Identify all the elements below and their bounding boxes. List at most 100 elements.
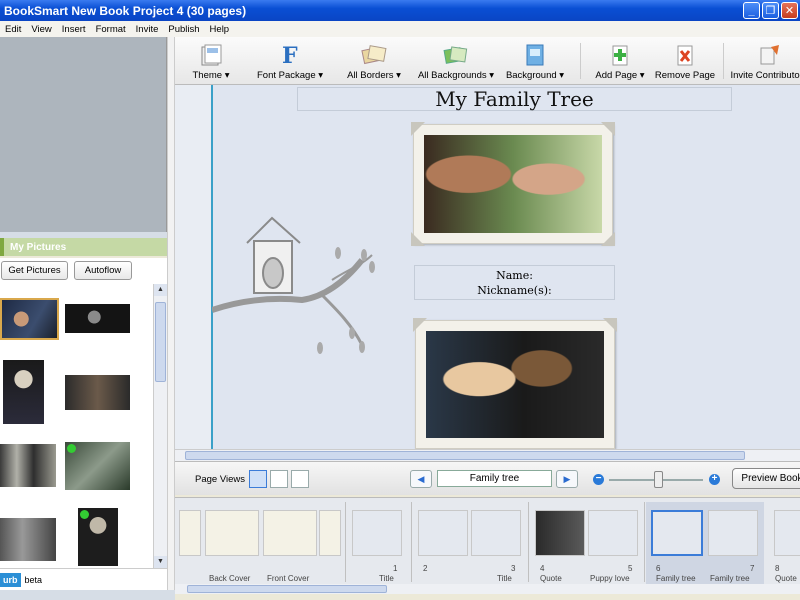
spread-1[interactable]: 1 Title <box>347 502 407 584</box>
page-thumb[interactable] <box>774 510 800 556</box>
borders-icon <box>361 42 387 68</box>
page-number: 6 <box>656 564 661 573</box>
picture-thumb[interactable] <box>65 304 130 333</box>
page-number: 5 <box>628 564 633 573</box>
all-backgrounds-button[interactable]: All Backgrounds ▾ <box>418 37 494 85</box>
strip-scroll-thumb[interactable] <box>187 585 387 593</box>
autoflow-button[interactable]: Autoflow <box>74 261 132 280</box>
pictures-scrollbar[interactable]: ▲ ▼ <box>153 284 167 568</box>
page-thumb[interactable] <box>588 510 638 556</box>
pictures-scroll-thumb[interactable] <box>155 302 166 382</box>
theme-button[interactable]: Theme ▾ <box>189 37 233 85</box>
page-views-label: Page Views <box>195 474 245 485</box>
used-check-icon <box>67 444 76 453</box>
picture-thumb[interactable] <box>0 298 59 340</box>
grid-view-button[interactable] <box>291 470 309 488</box>
zoom-out-icon[interactable]: − <box>593 474 604 485</box>
remove-page-label: Remove Page <box>654 70 716 81</box>
page-thumb[interactable] <box>263 510 317 556</box>
page-thumb[interactable] <box>535 510 585 556</box>
strip-scrollbar[interactable] <box>175 584 800 594</box>
close-button[interactable]: ✕ <box>781 2 798 19</box>
page-thumb[interactable] <box>418 510 468 556</box>
all-borders-label: All Borders ▾ <box>347 70 401 81</box>
picture-thumb[interactable] <box>78 508 118 566</box>
spread-separator <box>411 502 412 582</box>
single-page-view-button[interactable] <box>249 470 267 488</box>
second-couple-photo <box>426 331 604 438</box>
picture-thumb[interactable] <box>65 375 130 410</box>
get-pictures-button[interactable]: Get Pictures <box>1 261 68 280</box>
toolbar-separator <box>723 43 724 79</box>
spread-4-5[interactable]: 4 5 Quote Puppy love <box>530 502 642 584</box>
scroll-down-icon[interactable]: ▼ <box>154 556 167 568</box>
page-thumb[interactable] <box>319 510 341 556</box>
minimize-button[interactable]: _ <box>743 2 760 19</box>
page-caption: Title <box>497 574 512 583</box>
spread-2-3[interactable]: 2 3 Title <box>413 502 525 584</box>
scroll-up-icon[interactable]: ▲ <box>154 284 167 296</box>
page-thumb[interactable] <box>205 510 259 556</box>
backgrounds-icon <box>443 42 469 68</box>
page-thumb[interactable] <box>471 510 521 556</box>
page-caption: Family tree <box>656 574 696 583</box>
page-number: 8 <box>775 564 780 573</box>
picture-thumb[interactable] <box>0 444 56 487</box>
zoom-slider-thumb[interactable] <box>654 471 663 488</box>
font-package-button[interactable]: F Font Package ▾ <box>255 37 325 85</box>
page-caption: Quote <box>540 574 562 583</box>
next-page-icon[interactable]: ▶ <box>556 470 578 488</box>
page-number: 2 <box>423 564 428 573</box>
photo-corner <box>601 122 615 136</box>
page-thumb[interactable] <box>179 510 201 556</box>
all-borders-button[interactable]: All Borders ▾ <box>343 37 405 85</box>
spread-covers[interactable]: Back Cover Front Cover <box>177 502 343 584</box>
menu-publish[interactable]: Publish <box>163 24 204 35</box>
menu-invite[interactable]: Invite <box>131 24 164 35</box>
zoom-in-icon[interactable]: + <box>709 474 720 485</box>
background-label: Background ▾ <box>505 70 565 81</box>
background-button[interactable]: Background ▾ <box>505 37 565 85</box>
menu-edit[interactable]: Edit <box>0 24 26 35</box>
picture-thumb[interactable] <box>3 360 44 424</box>
panel-splitter[interactable] <box>167 37 175 590</box>
name-label: Name: <box>496 269 533 282</box>
remove-page-icon <box>672 42 698 68</box>
previous-page-icon[interactable]: ◀ <box>410 470 432 488</box>
name-textbox[interactable]: Name: Nickname(s): <box>414 265 615 300</box>
preview-book-button[interactable]: Preview Book <box>732 468 800 489</box>
spread-view-button[interactable] <box>270 470 288 488</box>
canvas-horizontal-scrollbar[interactable] <box>175 449 800 461</box>
add-page-button[interactable]: Add Page ▾ <box>595 37 645 85</box>
add-page-label: Add Page ▾ <box>595 70 645 81</box>
menu-insert[interactable]: Insert <box>57 24 91 35</box>
spread-6-7[interactable]: 6 7 Family tree Family tree <box>646 502 764 584</box>
menu-help[interactable]: Help <box>205 24 235 35</box>
add-page-icon <box>607 42 633 68</box>
photo-frame-bottom[interactable] <box>413 318 617 449</box>
canvas-scroll-thumb[interactable] <box>185 451 745 460</box>
page-thumb[interactable] <box>708 510 758 556</box>
birdhouse-illustration[interactable] <box>212 215 377 365</box>
font-icon: F <box>277 42 303 68</box>
page-thumb[interactable] <box>651 510 703 556</box>
page-number: 4 <box>540 564 545 573</box>
font-package-label: Font Package ▾ <box>256 70 324 81</box>
left-preview-pane <box>0 37 167 232</box>
picture-thumb[interactable] <box>0 518 56 561</box>
page-thumb[interactable] <box>352 510 402 556</box>
page-title-textbox[interactable]: My Family Tree <box>297 87 732 111</box>
restore-button[interactable]: ❐ <box>762 2 779 19</box>
page-name-field[interactable]: Family tree <box>437 470 552 487</box>
spread-8[interactable]: 8 Quote <box>769 502 800 584</box>
page-views-bar: Page Views ◀ Family tree ▶ − + Preview B… <box>175 461 800 495</box>
menu-view[interactable]: View <box>26 24 56 35</box>
picture-thumb[interactable] <box>65 442 130 490</box>
spread-separator <box>528 502 529 582</box>
remove-page-button[interactable]: Remove Page <box>653 37 717 85</box>
beta-label: beta <box>24 574 43 585</box>
photo-frame-top[interactable] <box>411 122 615 246</box>
menu-format[interactable]: Format <box>91 24 131 35</box>
invite-contributors-button[interactable]: Invite Contributors <box>729 37 800 85</box>
my-pictures-header[interactable]: My Pictures <box>0 238 167 256</box>
